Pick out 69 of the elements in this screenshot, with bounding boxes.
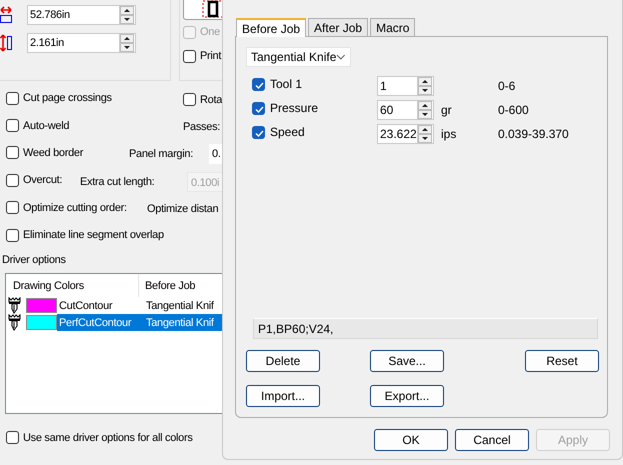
spin-field[interactable]: 23.622 — [377, 124, 434, 144]
checkbox[interactable] — [6, 92, 19, 105]
checkbox-label: Auto-weld — [23, 120, 70, 132]
dialog-button[interactable]: Cancel — [455, 429, 529, 451]
action-button[interactable]: Delete — [246, 350, 320, 372]
field-label: Panel margin: — [129, 148, 194, 160]
spin-field[interactable]: 60 — [377, 100, 434, 120]
command-field[interactable]: P1,BP60;V24, — [253, 318, 598, 339]
checkbox[interactable] — [6, 174, 19, 187]
unit-label: ips — [441, 127, 456, 141]
checkbox-label: Print — [200, 50, 222, 62]
checkbox[interactable] — [6, 119, 19, 132]
range-label: 0.039-39.370 — [498, 127, 569, 141]
spin-buttons[interactable] — [417, 101, 433, 119]
checkbox[interactable] — [6, 201, 19, 214]
checkbox-label: Use same driver options for all colors — [23, 432, 193, 444]
checkbox[interactable] — [6, 431, 19, 444]
dialog-button[interactable]: OK — [374, 429, 448, 451]
height-icon — [0, 33, 12, 53]
checkbox-label: Speed — [270, 125, 305, 140]
spin-buttons[interactable] — [119, 34, 135, 52]
color-name: CutContour — [59, 300, 114, 312]
tab[interactable]: After Job — [308, 18, 368, 36]
checkbox-label: Cut page crossings — [23, 92, 112, 104]
action-button[interactable]: Import... — [246, 385, 320, 407]
checkbox-label: Tool 1 — [270, 77, 302, 92]
width-icon — [0, 5, 12, 25]
knife-icon — [8, 314, 21, 332]
checkbox-label: Pressure — [270, 101, 318, 116]
checkbox[interactable] — [183, 93, 196, 106]
column-header[interactable]: Drawing Colors — [6, 274, 139, 298]
checkbox-label: One — [200, 26, 220, 38]
spin-buttons[interactable] — [417, 77, 433, 95]
tab[interactable]: Before Job — [236, 18, 306, 37]
action-button[interactable]: Reset — [525, 350, 599, 372]
checkbox[interactable] — [6, 146, 19, 160]
option-label: Passes: — [183, 121, 220, 134]
checkbox[interactable] — [252, 126, 265, 139]
spin-buttons[interactable] — [119, 6, 135, 24]
tab[interactable]: Macro — [370, 18, 416, 36]
field-label: Extra cut length: — [80, 176, 156, 188]
option-label: Optimize distan — [147, 203, 218, 216]
checkbox-label: Weed border — [23, 146, 84, 159]
color-name: PerfCutContour — [59, 316, 132, 329]
spin-field[interactable]: 2.161in — [27, 33, 136, 53]
action-button[interactable]: Export... — [370, 385, 444, 407]
checkbox-label: Eliminate line segment overlap — [23, 229, 164, 242]
group-title: Driver options — [2, 254, 67, 268]
checkbox-label: Rota — [200, 94, 222, 106]
tool-dropdown[interactable]: Tangential Knife — [246, 47, 351, 67]
action-button[interactable]: Save... — [370, 350, 444, 372]
tool-name: Tangential Knif — [146, 300, 214, 312]
knife-icon — [8, 297, 21, 314]
checkbox[interactable] — [183, 50, 196, 62]
preview-icon — [202, 0, 224, 18]
column-header[interactable]: Before Job — [139, 280, 196, 292]
checkbox[interactable] — [252, 78, 265, 91]
range-label: 0-6 — [498, 79, 516, 93]
unit-label: gr — [441, 103, 452, 117]
spin-field[interactable]: 1 — [377, 76, 434, 96]
spin-field[interactable]: 52.786in — [27, 5, 136, 25]
checkbox-label: Optimize cutting order: — [23, 202, 127, 214]
range-label: 0-600 — [498, 103, 529, 117]
spin-buttons[interactable] — [417, 125, 433, 143]
checkbox[interactable] — [6, 228, 19, 242]
tool-name: Tangential Knif — [146, 316, 214, 329]
checkbox[interactable] — [252, 102, 265, 115]
chevron-down-icon — [336, 54, 346, 60]
checkbox-label: Overcut: — [23, 174, 62, 186]
